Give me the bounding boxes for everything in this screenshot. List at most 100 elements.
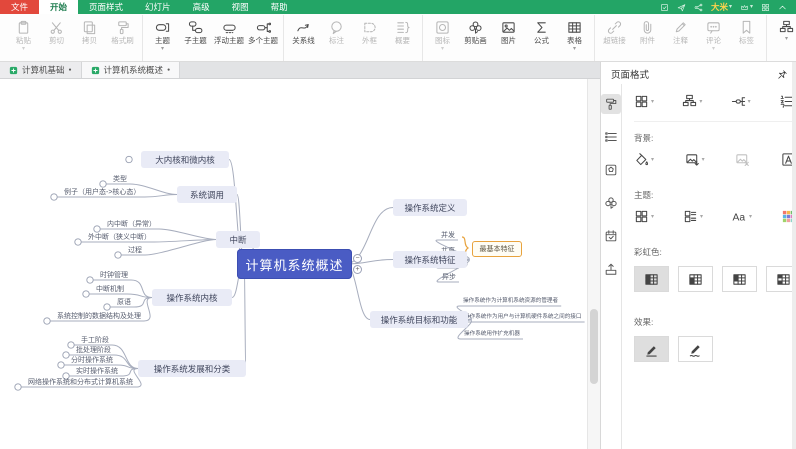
mindmap-topic[interactable]: 操作系统特征 xyxy=(393,251,467,268)
panel-image-add-button[interactable]: ▾ xyxy=(685,152,705,167)
mindmap-canvas[interactable]: 大内核和微内核类型例子（用户态->核心态） 系统调用内中断（异常） 外中断（狭义中断… xyxy=(0,79,587,449)
ribbon-format-painter-button[interactable]: 格式刷 xyxy=(106,17,139,46)
mindmap-subtopic[interactable]: 内中断（异常） xyxy=(107,220,156,229)
menu-tab-5[interactable]: 视图 xyxy=(221,0,260,14)
panel-pencil-wave-button[interactable] xyxy=(678,336,713,362)
mindmap-topic[interactable]: 系统调用 xyxy=(177,186,237,203)
ribbon-tag-button[interactable]: 标签 xyxy=(730,17,763,46)
ribbon-subtopic-button[interactable]: 子主题 xyxy=(179,17,212,46)
menu-tab-1[interactable]: 开始 xyxy=(39,0,78,14)
mindmap-subtopic[interactable]: 异步 xyxy=(442,273,456,282)
mindmap-topic[interactable]: 中断 xyxy=(216,231,260,248)
layout-grid-icon xyxy=(634,94,649,109)
collapse-ribbon-icon[interactable] xyxy=(778,3,787,12)
ribbon-outline-button[interactable]: ▾ xyxy=(770,17,796,42)
panel-theme-grid-button[interactable]: ▾ xyxy=(634,209,654,224)
panel-strip-calendar-check-button[interactable] xyxy=(601,226,621,246)
panel-rainbow-1-button[interactable] xyxy=(634,266,669,292)
panel-strip-format-paint-button[interactable] xyxy=(601,94,621,114)
mindmap-subtopic[interactable]: 网络操作系统和分布式计算机系统 xyxy=(28,378,133,387)
svg-text:Aa: Aa xyxy=(732,212,745,223)
mindmap-subtopic[interactable]: 操作系统用作扩充机器 xyxy=(464,330,520,339)
panel-rainbow-2-button[interactable] xyxy=(678,266,713,292)
mindmap-subtopic[interactable]: 操作系统作为用户与计算机硬件系统之间的接口 xyxy=(464,313,581,322)
mindmap-subtopic[interactable]: 原语 xyxy=(117,298,131,307)
ribbon-multi-topic-button[interactable]: 多个主题 xyxy=(246,17,280,46)
collapse-node-button[interactable]: − xyxy=(353,254,362,263)
menu-tab-0[interactable]: 文件 xyxy=(0,0,39,14)
mindmap-subtopic[interactable]: 中断机制 xyxy=(96,285,124,294)
panel-font-aa-button[interactable]: Aa▾ xyxy=(732,209,752,224)
mindmap-subtopic[interactable]: 分时操作系统 xyxy=(71,356,113,365)
mindmap-subtopic[interactable]: 时钟管理 xyxy=(100,271,128,280)
panel-rainbow-3-button[interactable] xyxy=(722,266,757,292)
ribbon-table-button[interactable]: 表格▾ xyxy=(558,17,591,52)
mindmap-topic[interactable]: 操作系统目标和功能 xyxy=(370,311,468,328)
menu-tab-4[interactable]: 高级 xyxy=(182,0,221,14)
scrollbar-thumb[interactable] xyxy=(590,309,598,384)
mindmap-subtopic[interactable]: 外中断（狭义中断） xyxy=(88,233,151,242)
send-icon[interactable] xyxy=(677,3,686,12)
ribbon-attachment-button[interactable]: 附件 xyxy=(631,17,664,46)
document-tab-0[interactable]: 计算机基础● xyxy=(0,62,82,78)
mindmap-subtopic[interactable]: 过程 xyxy=(128,246,142,255)
apps-grid-icon[interactable] xyxy=(761,3,770,12)
ribbon-relationship-button[interactable]: 关系线 xyxy=(287,17,320,46)
menu-tab-3[interactable]: 幻灯片 xyxy=(134,0,182,14)
ribbon-picture-button[interactable]: 图片 xyxy=(492,17,525,46)
ribbon-summary-button[interactable]: 概要 xyxy=(386,17,419,46)
menu-tab-2[interactable]: 页面样式 xyxy=(78,0,134,14)
panel-strip-shape-button[interactable] xyxy=(601,160,621,180)
ribbon-comment-button[interactable]: 评论▾ xyxy=(697,17,730,52)
panel-layout-grid-button[interactable]: ▾ xyxy=(634,94,654,109)
document-tab-1[interactable]: 计算机系统概述● xyxy=(82,62,181,78)
ribbon-topic-button[interactable]: 主题▾ xyxy=(146,17,179,52)
mindmap-root-topic[interactable]: 计算机系统概述 xyxy=(237,249,352,279)
mindmap-subtopic[interactable]: 类型 xyxy=(113,175,127,184)
ribbon-boundary-button[interactable]: 外框 xyxy=(353,17,386,46)
panel-theme-list-button[interactable]: ▾ xyxy=(683,209,703,224)
version-icon[interactable] xyxy=(660,3,669,12)
menubar-right-controls: 大米▾ ▾ xyxy=(660,0,796,14)
panel-strip-list-button[interactable] xyxy=(601,127,621,147)
expand-node-button[interactable]: + xyxy=(353,265,362,274)
panel-strip-export-button[interactable] xyxy=(601,259,621,279)
panel-bucket-button[interactable]: ▾ xyxy=(634,152,654,167)
mindmap-subtopic[interactable]: 系统控制的数据结构及处理 xyxy=(57,312,141,321)
panel-strip-clipart-button[interactable] xyxy=(601,193,621,213)
ribbon-cut-button[interactable]: 剪切 xyxy=(40,17,73,46)
mindmap-subtopic[interactable]: 操作系统作为计算机系统资源的管理者 xyxy=(463,297,558,306)
mindmap-subtopic[interactable]: 并发 xyxy=(441,231,455,240)
panel-scrollbar[interactable] xyxy=(792,62,796,449)
share-nodes-icon[interactable] xyxy=(694,3,703,12)
panel-org-chart-button[interactable]: ▾ xyxy=(682,94,702,109)
user-name[interactable]: 大米▾ xyxy=(711,1,732,13)
ribbon-hyperlink-button[interactable]: 超链接 xyxy=(598,17,631,46)
image-add-icon xyxy=(685,152,700,167)
menu-tab-6[interactable]: 帮助 xyxy=(260,0,299,14)
callout-basic-feature[interactable]: 最基本特征 xyxy=(472,241,522,257)
privilege-icon[interactable]: ▾ xyxy=(740,3,753,12)
ribbon-clipart-button[interactable]: 剪贴画 xyxy=(459,17,492,46)
mindmap-subtopic[interactable]: 手工阶段 xyxy=(81,336,109,345)
mindmap-topic[interactable]: 操作系统发展和分类 xyxy=(138,360,246,377)
mindmap-topic[interactable]: 操作系统定义 xyxy=(393,199,467,216)
ribbon-copy-button[interactable]: 拷贝 xyxy=(73,17,106,46)
mindmap-subtopic[interactable]: 例子（用户态->核心态） xyxy=(64,188,140,197)
mindmap-subtopic[interactable]: 批处理阶段 xyxy=(76,346,111,355)
panel-pencil-button[interactable] xyxy=(634,336,669,362)
mindmap-topic[interactable]: 操作系统内核 xyxy=(152,289,232,306)
panel-image-remove-button[interactable] xyxy=(735,152,750,167)
ribbon-note-button[interactable]: 注释 xyxy=(664,17,697,46)
ribbon-callout-button[interactable]: 标注 xyxy=(320,17,353,46)
ribbon-marker-button[interactable]: 图标▾ xyxy=(426,17,459,52)
canvas-vertical-scrollbar[interactable] xyxy=(587,79,600,449)
ribbon-floating-topic-button[interactable]: 浮动主题 xyxy=(212,17,246,46)
mindmap-subtopic[interactable]: 实时操作系统 xyxy=(76,367,118,376)
mindmap-topic[interactable]: 大内核和微内核 xyxy=(141,151,229,168)
panel-branch-button[interactable]: ▾ xyxy=(731,94,751,109)
ribbon-formula-button[interactable]: 公式 xyxy=(525,17,558,46)
ribbon-button-label: 评论 xyxy=(706,36,721,46)
pin-icon[interactable] xyxy=(777,69,788,80)
ribbon-paste-button[interactable]: 粘贴▾ xyxy=(7,17,40,52)
